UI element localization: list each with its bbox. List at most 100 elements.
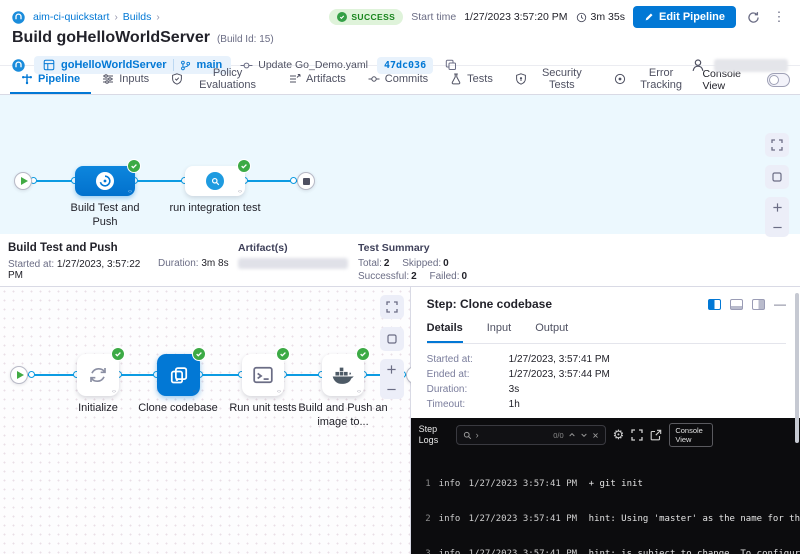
zoom-in-icon[interactable] xyxy=(765,197,789,217)
zoom-out-icon[interactable] xyxy=(765,217,789,237)
scrollbar[interactable] xyxy=(795,293,799,443)
successful-label: Successful: xyxy=(358,271,409,282)
canvas-toolbar xyxy=(380,295,404,399)
pipeline-end-node xyxy=(297,172,315,190)
chevron-up-icon[interactable] xyxy=(568,431,576,439)
duration-label: Duration: xyxy=(158,258,199,269)
fullscreen-icon[interactable] xyxy=(380,295,404,319)
log-settings-gear-icon[interactable]: ⚙ xyxy=(613,427,625,443)
sliders-icon xyxy=(102,73,114,85)
log-line: 2info1/27/2023 3:57:41 PMhint: Using 'ma… xyxy=(419,514,800,526)
node-condition-mark: ‹› xyxy=(128,189,132,195)
step-label[interactable]: Run unit tests xyxy=(217,401,309,415)
test-summary-title: Test Summary xyxy=(358,242,792,254)
expand-logs-icon[interactable] xyxy=(631,429,643,441)
tab-label: Tests xyxy=(467,73,493,85)
fit-view-icon[interactable] xyxy=(765,165,789,189)
tab-pipeline[interactable]: Pipeline xyxy=(10,66,91,94)
execution-graph-canvas: ‹› ‹› ‹› ‹› Initialize Clone codebase xyxy=(0,287,411,554)
step-tab-details[interactable]: Details xyxy=(427,322,463,343)
breadcrumb: aim-ci-quickstart › Builds › xyxy=(33,11,160,23)
step-node-build-and-push[interactable]: ‹› xyxy=(322,354,364,396)
tab-commits[interactable]: Commits xyxy=(357,66,439,94)
artifact-link-redacted[interactable] xyxy=(238,258,348,269)
step-node-initialize[interactable]: ‹› xyxy=(77,354,119,396)
stage-node-build-test-and-push[interactable]: ‹› xyxy=(75,166,135,196)
breadcrumb-project[interactable]: aim-ci-quickstart xyxy=(33,11,109,23)
tab-label: Policy Evaluations xyxy=(188,67,267,91)
total-value: 2 xyxy=(384,258,390,269)
refresh-icon[interactable] xyxy=(744,8,762,26)
tab-label: Artifacts xyxy=(306,73,346,85)
shield-check-icon xyxy=(171,73,183,85)
tab-artifacts[interactable]: Artifacts xyxy=(278,66,357,94)
tab-label: Pipeline xyxy=(38,73,80,85)
log-line: 3info1/27/2023 3:57:41 PMhint: is subjec… xyxy=(419,549,800,554)
stage-label[interactable]: run integration test xyxy=(169,201,261,215)
stage-edge xyxy=(23,180,306,182)
fit-view-icon[interactable] xyxy=(380,327,404,351)
console-view-toggle[interactable] xyxy=(767,73,790,87)
elapsed-time-value: 3m 35s xyxy=(591,11,625,23)
search-match-count: 0/0 xyxy=(553,431,563,440)
success-check-icon xyxy=(127,159,141,173)
open-in-new-icon[interactable] xyxy=(650,429,662,441)
tab-error-tracking[interactable]: Error Tracking xyxy=(603,66,703,94)
kv-label: Timeout: xyxy=(427,399,509,410)
layout-bottom-pane-icon[interactable] xyxy=(730,299,743,310)
layout-left-pane-icon[interactable] xyxy=(708,299,721,310)
start-time-value: 1/27/2023 3:57:20 PM xyxy=(464,11,567,23)
clock-icon xyxy=(576,12,587,23)
tab-policy-evaluations[interactable]: Policy Evaluations xyxy=(160,66,278,94)
harness-logo-icon xyxy=(12,11,25,24)
step-node-clone-codebase[interactable]: ‹› xyxy=(157,354,200,396)
tab-label: Error Tracking xyxy=(631,67,692,91)
step-logs-console: Step Logs › 0/0 ⚙ Console View 1info1/27… xyxy=(411,418,800,554)
node-condition-mark: ‹› xyxy=(112,389,116,395)
stage-graph-canvas: ‹› ‹› Build Test and Push run integratio… xyxy=(0,95,800,234)
edit-pipeline-button[interactable]: Edit Pipeline xyxy=(633,6,736,28)
tab-label: Security Tests xyxy=(532,67,592,91)
build-id: (Build Id: 15) xyxy=(217,34,274,45)
step-tab-input[interactable]: Input xyxy=(487,322,511,343)
search-prompt: › xyxy=(476,430,479,440)
zoom-out-icon[interactable] xyxy=(380,379,404,399)
success-check-icon xyxy=(356,347,370,361)
node-condition-mark: ‹› xyxy=(277,389,281,395)
layout-right-pane-icon[interactable] xyxy=(752,299,765,310)
fullscreen-icon[interactable] xyxy=(765,133,789,157)
play-icon xyxy=(17,371,24,379)
kv-value: 3s xyxy=(509,384,786,395)
log-line: 1info1/27/2023 3:57:41 PM+ git init xyxy=(419,479,800,491)
chevron-down-icon[interactable] xyxy=(580,431,588,439)
breadcrumb-builds[interactable]: Builds xyxy=(123,11,152,23)
ci-stage-icon xyxy=(96,172,114,190)
step-panel-title: Step: Clone codebase xyxy=(427,297,552,311)
tab-inputs[interactable]: Inputs xyxy=(91,66,160,94)
tab-tests[interactable]: Tests xyxy=(439,66,504,94)
step-label[interactable]: Clone codebase xyxy=(132,401,224,415)
log-search-input[interactable]: › 0/0 xyxy=(456,425,606,445)
log-lines: 1info1/27/2023 3:57:41 PM+ git init 2inf… xyxy=(411,451,800,554)
execution-start-node xyxy=(10,366,28,384)
play-icon xyxy=(21,177,28,185)
page-title: Build goHelloWorldServer xyxy=(12,29,210,47)
step-tab-output[interactable]: Output xyxy=(535,322,568,343)
success-check-icon xyxy=(192,347,206,361)
stage-label[interactable]: Build Test and Push xyxy=(59,201,151,229)
console-view-button[interactable]: Console View xyxy=(669,423,713,447)
node-condition-mark: ‹› xyxy=(238,189,242,195)
step-label[interactable]: Build and Push an image to... xyxy=(297,401,389,429)
step-node-run-unit-tests[interactable]: ‹› xyxy=(242,354,284,396)
clear-search-icon[interactable] xyxy=(592,432,599,439)
more-options-icon[interactable]: ⋮ xyxy=(770,8,788,26)
flask-icon xyxy=(450,73,462,85)
step-label[interactable]: Initialize xyxy=(52,401,144,415)
integration-stage-icon xyxy=(206,172,224,190)
minimize-icon[interactable]: — xyxy=(774,298,786,310)
zoom-in-icon[interactable] xyxy=(380,359,404,379)
tab-security-tests[interactable]: Security Tests xyxy=(504,66,603,94)
console-view-label: Console View xyxy=(702,68,759,92)
stage-node-run-integration-test[interactable]: ‹› xyxy=(185,166,245,196)
skipped-label: Skipped: xyxy=(402,258,441,269)
